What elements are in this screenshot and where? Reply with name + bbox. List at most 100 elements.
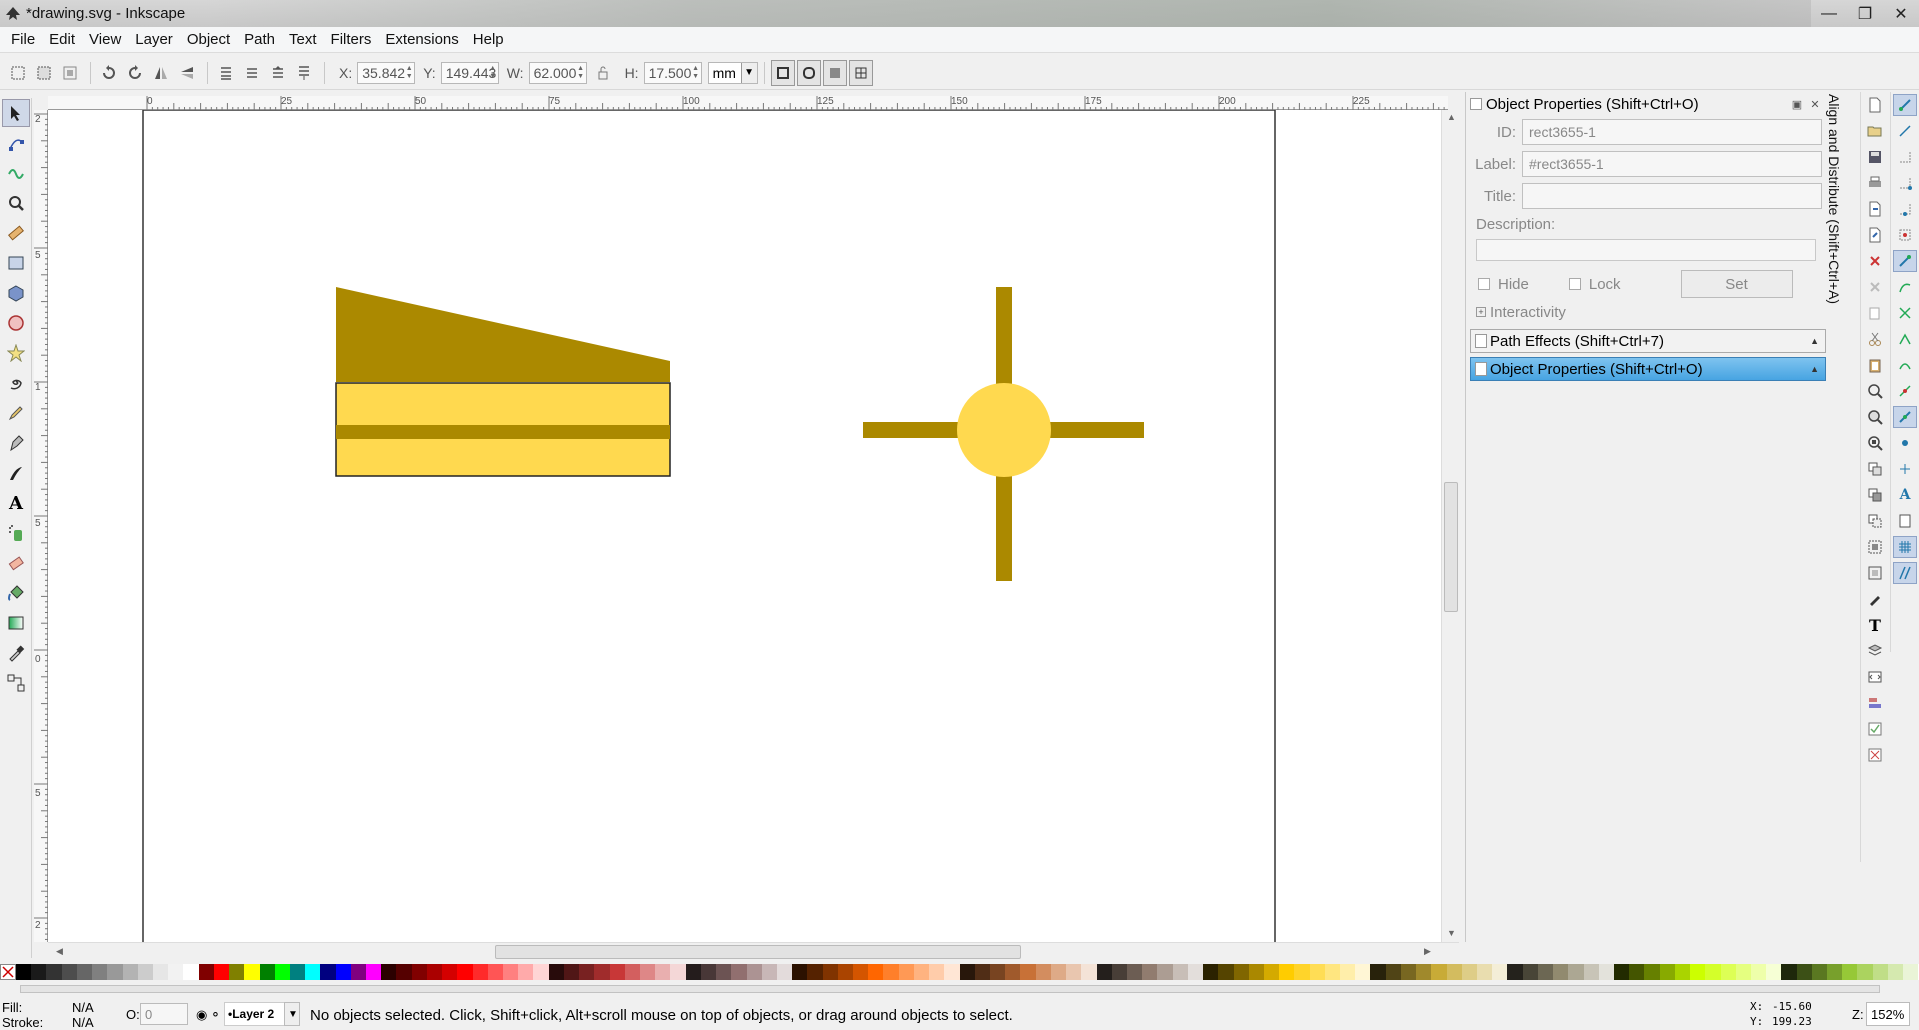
palette-swatch[interactable]	[1598, 964, 1614, 980]
palette-swatch[interactable]	[1218, 964, 1234, 980]
palette-swatch[interactable]	[1477, 964, 1493, 980]
snap-text-baseline-icon[interactable]: A	[1893, 484, 1917, 506]
open-icon[interactable]	[1863, 120, 1887, 142]
palette-swatch[interactable]	[1553, 964, 1569, 980]
close-panel-icon[interactable]: ✕	[1806, 98, 1824, 111]
palette-swatch[interactable]	[152, 964, 169, 980]
fill-value[interactable]: N/A	[72, 1000, 94, 1015]
palette-swatch[interactable]	[1203, 964, 1219, 980]
palette-swatch[interactable]	[137, 964, 153, 980]
palette-swatch[interactable]	[1233, 964, 1249, 980]
cut-icon[interactable]	[1863, 328, 1887, 350]
palette-swatch[interactable]	[1431, 964, 1447, 980]
palette-swatch[interactable]	[1842, 964, 1858, 980]
palette-swatch[interactable]	[609, 964, 625, 980]
menu-layer[interactable]: Layer	[128, 31, 180, 48]
color-palette[interactable]	[0, 964, 1919, 980]
iconify-panel-icon[interactable]: ▣	[1788, 98, 1806, 111]
snap-bbox-center-icon[interactable]	[1893, 224, 1917, 246]
move-gradients-toggle[interactable]	[822, 59, 847, 86]
xml-editor-icon[interactable]	[1863, 666, 1887, 688]
chevron-down-icon[interactable]: ▼	[284, 1002, 300, 1026]
snap-nodes-icon[interactable]	[1893, 250, 1917, 272]
scale-stroke-toggle[interactable]	[770, 59, 795, 86]
group-icon[interactable]	[1863, 536, 1887, 558]
palette-scrollbar[interactable]	[0, 982, 1919, 996]
palette-swatch[interactable]	[320, 964, 336, 980]
palette-swatch[interactable]	[1324, 964, 1341, 980]
snap-bbox-icon[interactable]	[1893, 120, 1917, 142]
tweak-tool-icon[interactable]	[2, 159, 30, 187]
palette-swatch[interactable]	[944, 964, 960, 980]
menu-extensions[interactable]: Extensions	[378, 31, 465, 48]
x-field[interactable]: 35.842 ▲ ▼	[357, 61, 416, 84]
layer-lock-icon[interactable]: ⚬	[210, 1007, 221, 1023]
snap-object-midpoint-icon[interactable]	[1893, 432, 1917, 454]
palette-swatch[interactable]	[563, 964, 580, 980]
menu-view[interactable]: View	[82, 31, 128, 48]
export-icon[interactable]	[1863, 224, 1887, 246]
snap-bbox-edge-icon[interactable]	[1893, 146, 1917, 168]
palette-swatch[interactable]	[289, 964, 306, 980]
palette-swatch[interactable]	[1050, 964, 1067, 980]
hide-checkbox[interactable]: Hide	[1478, 276, 1529, 293]
palette-swatch[interactable]	[61, 964, 77, 980]
connector-tool-icon[interactable]	[2, 669, 30, 697]
document-properties-icon[interactable]	[1863, 744, 1887, 766]
snap-path-intersection-icon[interactable]	[1893, 302, 1917, 324]
palette-swatch[interactable]	[92, 964, 108, 980]
palette-swatch[interactable]	[1111, 964, 1127, 980]
palette-swatch[interactable]	[1020, 964, 1036, 980]
node-tool-icon[interactable]	[2, 129, 30, 157]
palette-swatch[interactable]	[1644, 964, 1660, 980]
palette-scroll-thumb[interactable]	[20, 985, 1880, 993]
palette-swatch[interactable]	[1903, 964, 1919, 980]
zoom-tool-icon[interactable]	[2, 189, 30, 217]
snap-enable-icon[interactable]	[1893, 94, 1917, 116]
scroll-up-icon[interactable]: ▲	[1447, 112, 1456, 122]
spiral-tool-icon[interactable]	[2, 369, 30, 397]
unit-select[interactable]: mm ▼	[707, 61, 758, 84]
menu-help[interactable]: Help	[466, 31, 511, 48]
snap-cusp-nodes-icon[interactable]	[1893, 328, 1917, 350]
palette-swatch[interactable]	[122, 964, 138, 980]
palette-swatch[interactable]	[1887, 964, 1904, 980]
minimize-icon[interactable]: —	[1811, 2, 1847, 26]
layer-visibility-icon[interactable]: ◉	[196, 1007, 207, 1023]
palette-swatch[interactable]	[1796, 964, 1812, 980]
palette-swatch[interactable]	[1157, 964, 1173, 980]
clone-icon[interactable]	[1863, 484, 1887, 506]
palette-swatch[interactable]	[1066, 964, 1082, 980]
palette-swatch[interactable]	[1416, 964, 1432, 980]
palette-swatch[interactable]	[168, 964, 184, 980]
flip-horizontal-icon[interactable]	[149, 61, 173, 85]
redo-icon[interactable]	[1863, 276, 1887, 298]
palette-swatch[interactable]	[1309, 964, 1325, 980]
palette-swatch[interactable]	[853, 964, 869, 980]
zoom-selection-icon[interactable]	[1863, 380, 1887, 402]
palette-swatch[interactable]	[396, 964, 412, 980]
no-paint-swatch[interactable]	[0, 964, 16, 980]
palette-swatch[interactable]	[761, 964, 777, 980]
lower-to-bottom-icon[interactable]	[214, 61, 238, 85]
align-distribute-tab[interactable]: Align and Distribute (Shift+Ctrl+A)	[1826, 92, 1846, 352]
maximize-icon[interactable]: ❐	[1847, 2, 1883, 26]
ellipse-tool-icon[interactable]	[2, 309, 30, 337]
menu-file[interactable]: File	[4, 31, 42, 48]
palette-swatch[interactable]	[274, 964, 290, 980]
palette-swatch[interactable]	[259, 964, 275, 980]
select-all-icon[interactable]	[6, 61, 30, 85]
horizontal-scroll-thumb[interactable]	[495, 945, 1021, 959]
box3d-tool-icon[interactable]	[2, 279, 30, 307]
preferences-icon[interactable]	[1863, 718, 1887, 740]
palette-swatch[interactable]	[655, 964, 671, 980]
raise-icon[interactable]	[266, 61, 290, 85]
palette-swatch[interactable]	[244, 964, 260, 980]
scale-corners-toggle[interactable]	[796, 59, 821, 86]
import-icon[interactable]	[1863, 198, 1887, 220]
snap-smooth-nodes-icon[interactable]	[1893, 354, 1917, 376]
snap-grid-icon[interactable]	[1893, 536, 1917, 558]
selector-tool-icon[interactable]	[2, 99, 30, 127]
text-tool-icon[interactable]: A	[2, 489, 30, 517]
palette-swatch[interactable]	[1492, 964, 1508, 980]
